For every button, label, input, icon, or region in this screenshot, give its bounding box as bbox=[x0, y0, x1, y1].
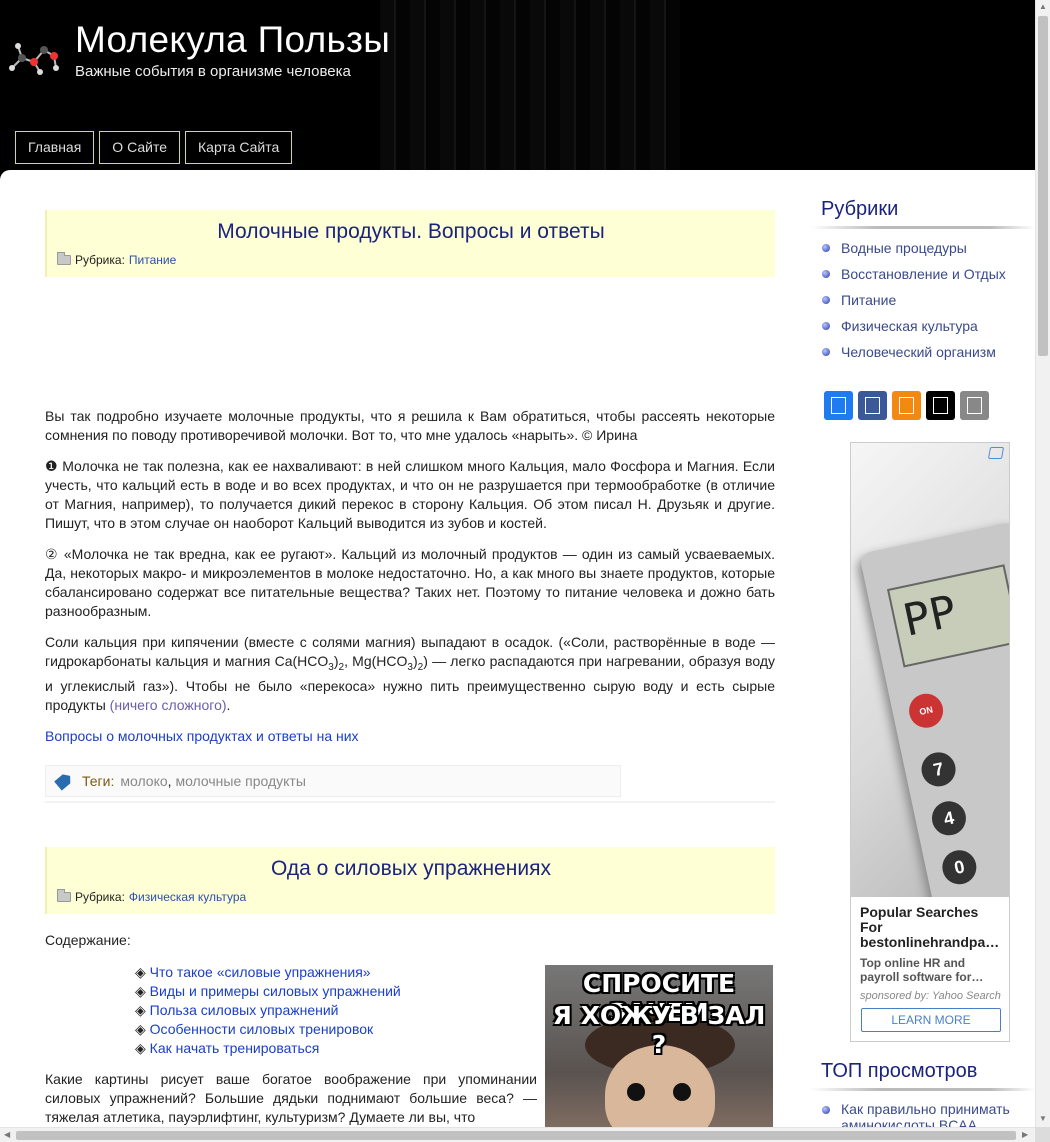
post-tags: Теги: молоко, молочные продукты bbox=[45, 764, 775, 803]
post-paragraph: ❶ Молочка не так полезна, как ее нахвали… bbox=[45, 458, 775, 531]
tag-icon bbox=[54, 771, 74, 790]
share-x-icon[interactable] bbox=[926, 391, 955, 420]
site-header: Молекула Пользы Важные события в организ… bbox=[0, 0, 1035, 170]
calc-key: 7 bbox=[918, 749, 959, 790]
ad-text: Popular Searches For bestonlinehrandpa… … bbox=[860, 905, 1002, 1003]
rubric-link[interactable]: Восстановление и Отдых bbox=[841, 266, 1006, 282]
post-paragraph: Вы так подробно изучаете молочные продук… bbox=[45, 408, 775, 443]
share-facebook-icon[interactable] bbox=[858, 391, 887, 420]
scroll-thumb[interactable] bbox=[1038, 16, 1048, 356]
share-vk-icon[interactable] bbox=[824, 391, 853, 420]
ad-image[interactable]: PP ON 7 4 0 bbox=[851, 443, 1009, 897]
ad-headline[interactable]: Popular Searches For bestonlinehrandpa… bbox=[860, 905, 1002, 950]
post-paragraph: ② «Молочка не так вредна, как ее ругают»… bbox=[45, 546, 775, 619]
read-more-link[interactable]: Вопросы о молочных продуктах и ответы на… bbox=[45, 728, 359, 744]
tag-link[interactable]: молочные продукты bbox=[175, 773, 305, 789]
post-rubric: Рубрика: Питание bbox=[57, 252, 176, 267]
post-intro: Какие картины рисует ваше богатое вообра… bbox=[45, 1070, 537, 1125]
cat-eye bbox=[673, 1083, 691, 1101]
toc-link[interactable]: Как начать тренироваться bbox=[150, 1040, 320, 1056]
cat-eye bbox=[627, 1083, 645, 1101]
post-title[interactable]: Ода о силовых упражнениях bbox=[47, 847, 775, 881]
widget-title: ТОП просмотров bbox=[821, 1060, 978, 1082]
image-caption: Я ХОЖУ В ЗАЛ ? bbox=[552, 1001, 766, 1059]
scroll-left-icon[interactable]: ◀ bbox=[4, 1130, 10, 1139]
rubric-link[interactable]: Человеческий организм bbox=[841, 344, 996, 360]
rubric-item: Питание bbox=[810, 291, 1035, 317]
advertisement[interactable]: PP ON 7 4 0 Popular Searches For bestonl… bbox=[850, 442, 1010, 1042]
calc-key: ON bbox=[905, 690, 947, 731]
rubric-item: Восстановление и Отдых bbox=[810, 265, 1035, 291]
share-more-icon[interactable] bbox=[960, 391, 989, 420]
rubric-link[interactable]: Физическая культура bbox=[841, 318, 978, 334]
post-header: Молочные продукты. Вопросы и ответы Рубр… bbox=[45, 210, 775, 277]
toc-link[interactable]: Виды и примеры силовых упражнений bbox=[150, 983, 401, 999]
post-title[interactable]: Молочные продукты. Вопросы и ответы bbox=[47, 210, 775, 244]
vertical-scrollbar[interactable]: ▲ ▼ bbox=[1035, 0, 1050, 1127]
post-header: Ода о силовых упражнениях Рубрика: Физич… bbox=[45, 846, 775, 914]
main-nav: Главная О Сайте Карта Сайта bbox=[15, 131, 293, 164]
rubric-link[interactable]: Физическая культура bbox=[129, 890, 246, 904]
post-paragraph: Соли кальция при кипячении (вместе с сол… bbox=[45, 634, 775, 713]
share-buttons bbox=[824, 391, 1035, 420]
divider bbox=[810, 1088, 1035, 1091]
nav-home[interactable]: Главная bbox=[15, 131, 95, 164]
scroll-right-icon[interactable]: ▶ bbox=[1022, 1130, 1028, 1139]
calculator-display: PP bbox=[886, 564, 1009, 668]
tag-link[interactable]: молоко bbox=[120, 773, 167, 789]
nav-sitemap[interactable]: Карта Сайта bbox=[185, 131, 293, 164]
calc-key: 4 bbox=[928, 798, 970, 839]
rubric-label: Рубрика: bbox=[75, 253, 125, 267]
calc-key: 0 bbox=[939, 847, 980, 888]
post-rubric: Рубрика: Физическая культура bbox=[57, 888, 246, 904]
ad-sponsor: sponsored by: Yahoo Search bbox=[860, 990, 1001, 1002]
rubric-item: Физическая культура bbox=[810, 317, 1035, 343]
ad-subtext: Top online HR and payroll software for… bbox=[860, 956, 984, 984]
site-title[interactable]: Молекула Пользы bbox=[75, 19, 390, 61]
site-tagline: Важные события в организме человека bbox=[75, 63, 351, 80]
inline-link[interactable]: (ничего сложного) bbox=[110, 697, 227, 713]
folder-icon bbox=[57, 252, 71, 265]
divider bbox=[45, 800, 775, 803]
post-body: Вы так подробно изучаете молочные продук… bbox=[45, 407, 775, 746]
rubric-link[interactable]: Питание bbox=[129, 253, 176, 267]
cat-meme-image[interactable]: СПРОСИТЕ ЗАЧЕМ Я ХОЖУ В ЗАЛ ? bbox=[545, 965, 773, 1142]
toc-title: Содержание: bbox=[45, 931, 131, 948]
rubric-item: Человеческий организм bbox=[810, 343, 1035, 369]
main-content: Молочные продукты. Вопросы и ответы Рубр… bbox=[45, 210, 775, 1142]
scroll-down-icon[interactable]: ▼ bbox=[1039, 1114, 1047, 1123]
rubric-item: Водные процедуры bbox=[810, 239, 1035, 265]
calculator-image: PP ON 7 4 0 bbox=[859, 520, 1009, 897]
toc-link[interactable]: Что такое «силовые упражнения» bbox=[150, 964, 371, 980]
ad-choices-icon[interactable] bbox=[987, 447, 1005, 459]
rubric-label: Рубрика: bbox=[75, 889, 125, 904]
toc-link[interactable]: Особенности силовых тренировок bbox=[150, 1021, 373, 1037]
widget-title: Рубрики bbox=[821, 198, 899, 220]
rubric-link[interactable]: Питание bbox=[841, 292, 896, 308]
rubric-link[interactable]: Водные процедуры bbox=[841, 240, 967, 256]
scroll-up-icon[interactable]: ▲ bbox=[1039, 2, 1047, 11]
folder-icon bbox=[57, 888, 71, 902]
share-ok-icon[interactable] bbox=[892, 391, 921, 420]
horizontal-scrollbar[interactable]: ◀ ▶ bbox=[0, 1127, 1035, 1142]
toc-link[interactable]: Польза силовых упражнений bbox=[150, 1002, 339, 1018]
top-views-widget: ТОП просмотров Как правильно принимать а… bbox=[810, 1060, 1035, 1133]
tags-box: Теги: молоко, молочные продукты bbox=[45, 764, 621, 797]
scrollbar-corner bbox=[1035, 1127, 1050, 1142]
nav-about[interactable]: О Сайте bbox=[99, 131, 180, 164]
header-corner bbox=[0, 170, 12, 180]
tags-label: Теги: bbox=[82, 772, 115, 789]
header-background bbox=[380, 0, 680, 170]
learn-more-button[interactable]: LEARN MORE bbox=[861, 1008, 1001, 1032]
scroll-thumb[interactable] bbox=[16, 1131, 1016, 1140]
ad-placeholder bbox=[45, 277, 775, 407]
divider bbox=[810, 226, 1035, 229]
molecule-logo-icon[interactable] bbox=[6, 36, 60, 78]
rubrics-list: Водные процедуры Восстановление и Отдых … bbox=[810, 239, 1035, 369]
sidebar: Рубрики Водные процедуры Восстановление … bbox=[810, 198, 1035, 1133]
